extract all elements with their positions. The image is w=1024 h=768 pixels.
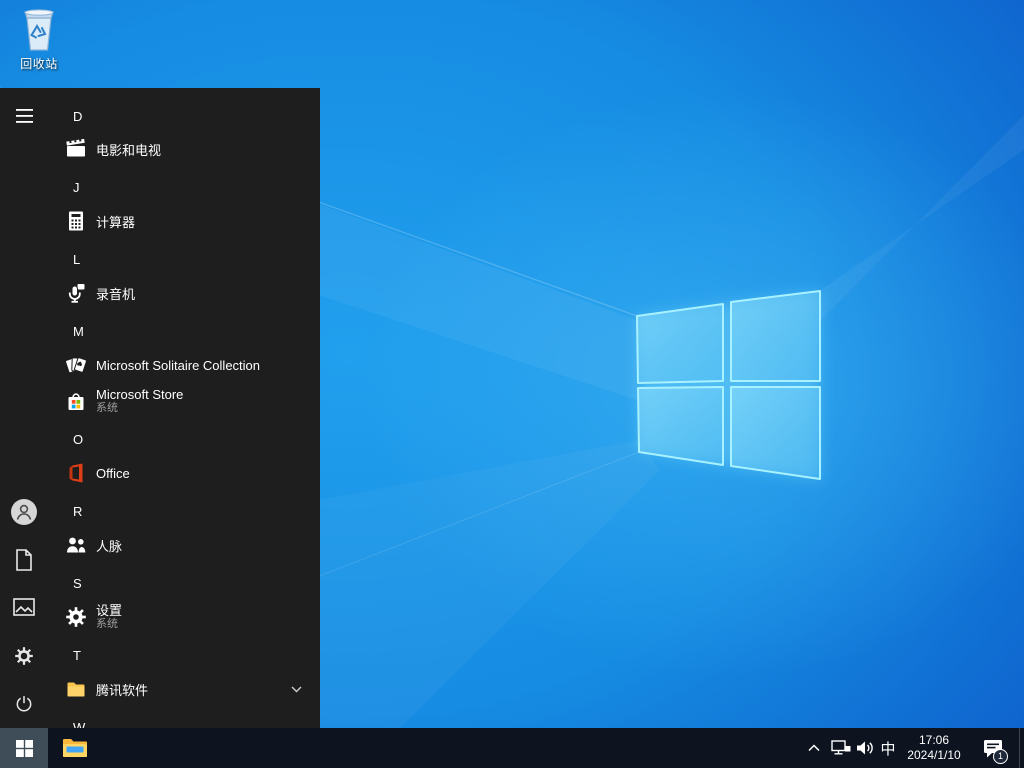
ime-language-button[interactable]: 中 bbox=[876, 728, 900, 768]
start-menu: D 电影和电视 J 计算器 L 录音机 M Microsoft Solitair… bbox=[0, 88, 320, 728]
app-item-office[interactable]: Office bbox=[48, 454, 320, 492]
pictures-button[interactable] bbox=[0, 583, 48, 631]
user-account-button[interactable] bbox=[0, 488, 48, 536]
app-item-people[interactable]: 人脉 bbox=[48, 526, 320, 564]
chevron-down-icon[interactable] bbox=[291, 680, 302, 698]
app-item-movies-tv[interactable]: 电影和电视 bbox=[48, 130, 320, 168]
recycle-bin-icon bbox=[24, 9, 54, 51]
app-item-calculator[interactable]: 计算器 bbox=[48, 202, 320, 240]
windows-logo-icon bbox=[15, 739, 33, 757]
office-icon bbox=[64, 461, 88, 485]
app-item-voice-recorder[interactable]: 录音机 bbox=[48, 274, 320, 312]
hamburger-icon bbox=[15, 109, 33, 123]
microsoft-store-icon bbox=[64, 389, 88, 413]
clock-date: 2024/1/10 bbox=[907, 748, 961, 762]
settings-button[interactable] bbox=[0, 632, 48, 680]
taskbar-clock[interactable]: 17:06 2024/1/10 bbox=[899, 728, 969, 768]
start-menu-rail bbox=[0, 88, 48, 728]
app-item-settings[interactable]: 设置 系统 bbox=[48, 595, 320, 639]
folder-icon bbox=[64, 677, 88, 701]
calculator-icon bbox=[64, 209, 88, 233]
voice-recorder-icon bbox=[64, 281, 88, 305]
pictures-icon bbox=[13, 598, 35, 616]
recycle-bin[interactable]: 回收站 bbox=[8, 6, 70, 78]
file-explorer-button[interactable] bbox=[52, 728, 98, 768]
section-header-m[interactable]: M bbox=[48, 312, 320, 350]
app-item-sublabel: 系统 bbox=[96, 402, 118, 414]
expand-menu-button[interactable] bbox=[0, 92, 48, 140]
power-icon bbox=[16, 696, 32, 712]
start-button[interactable] bbox=[0, 728, 48, 768]
clock-time: 17:06 bbox=[918, 733, 950, 747]
show-desktop-button[interactable] bbox=[1019, 728, 1024, 768]
tray-hidden-icons-button[interactable] bbox=[801, 728, 827, 768]
app-item-microsoft-store[interactable]: Microsoft Store 系统 bbox=[48, 379, 320, 423]
speaker-icon bbox=[856, 741, 873, 755]
documents-button[interactable] bbox=[0, 536, 48, 584]
notification-badge: 1 bbox=[993, 749, 1008, 764]
volume-tray-button[interactable] bbox=[852, 728, 878, 768]
app-item-tencent-folder[interactable]: 腾讯软件 bbox=[48, 670, 320, 708]
section-header-t[interactable]: T bbox=[48, 636, 320, 674]
app-list: D 电影和电视 J 计算器 L 录音机 M Microsoft Solitair… bbox=[48, 88, 320, 728]
file-explorer-icon bbox=[63, 739, 87, 757]
screen: 回收站 D 电影和电视 J 计算器 L 录音机 M Microsoft Soli… bbox=[0, 0, 1024, 768]
section-header-w[interactable]: W bbox=[48, 708, 320, 729]
chevron-up-icon bbox=[808, 744, 820, 752]
settings-gear-icon bbox=[64, 605, 88, 629]
taskbar: 中 17:06 2024/1/10 1 bbox=[0, 728, 1024, 768]
network-tray-button[interactable] bbox=[828, 728, 854, 768]
people-icon bbox=[64, 533, 88, 557]
recycle-bin-label: 回收站 bbox=[20, 57, 58, 71]
settings-gear-outline-icon bbox=[15, 647, 33, 665]
solitaire-icon bbox=[64, 353, 88, 377]
action-center-button[interactable]: 1 bbox=[972, 728, 1014, 768]
section-header-o[interactable]: O bbox=[48, 420, 320, 458]
app-item-sublabel: 系统 bbox=[96, 618, 118, 630]
section-header-j[interactable]: J bbox=[48, 168, 320, 206]
section-header-r[interactable]: R bbox=[48, 492, 320, 530]
user-avatar-icon bbox=[11, 499, 37, 525]
power-button[interactable] bbox=[0, 680, 48, 728]
document-icon bbox=[16, 549, 32, 571]
movies-tv-icon bbox=[64, 137, 88, 161]
network-ethernet-icon bbox=[831, 739, 851, 755]
section-header-l[interactable]: L bbox=[48, 240, 320, 278]
